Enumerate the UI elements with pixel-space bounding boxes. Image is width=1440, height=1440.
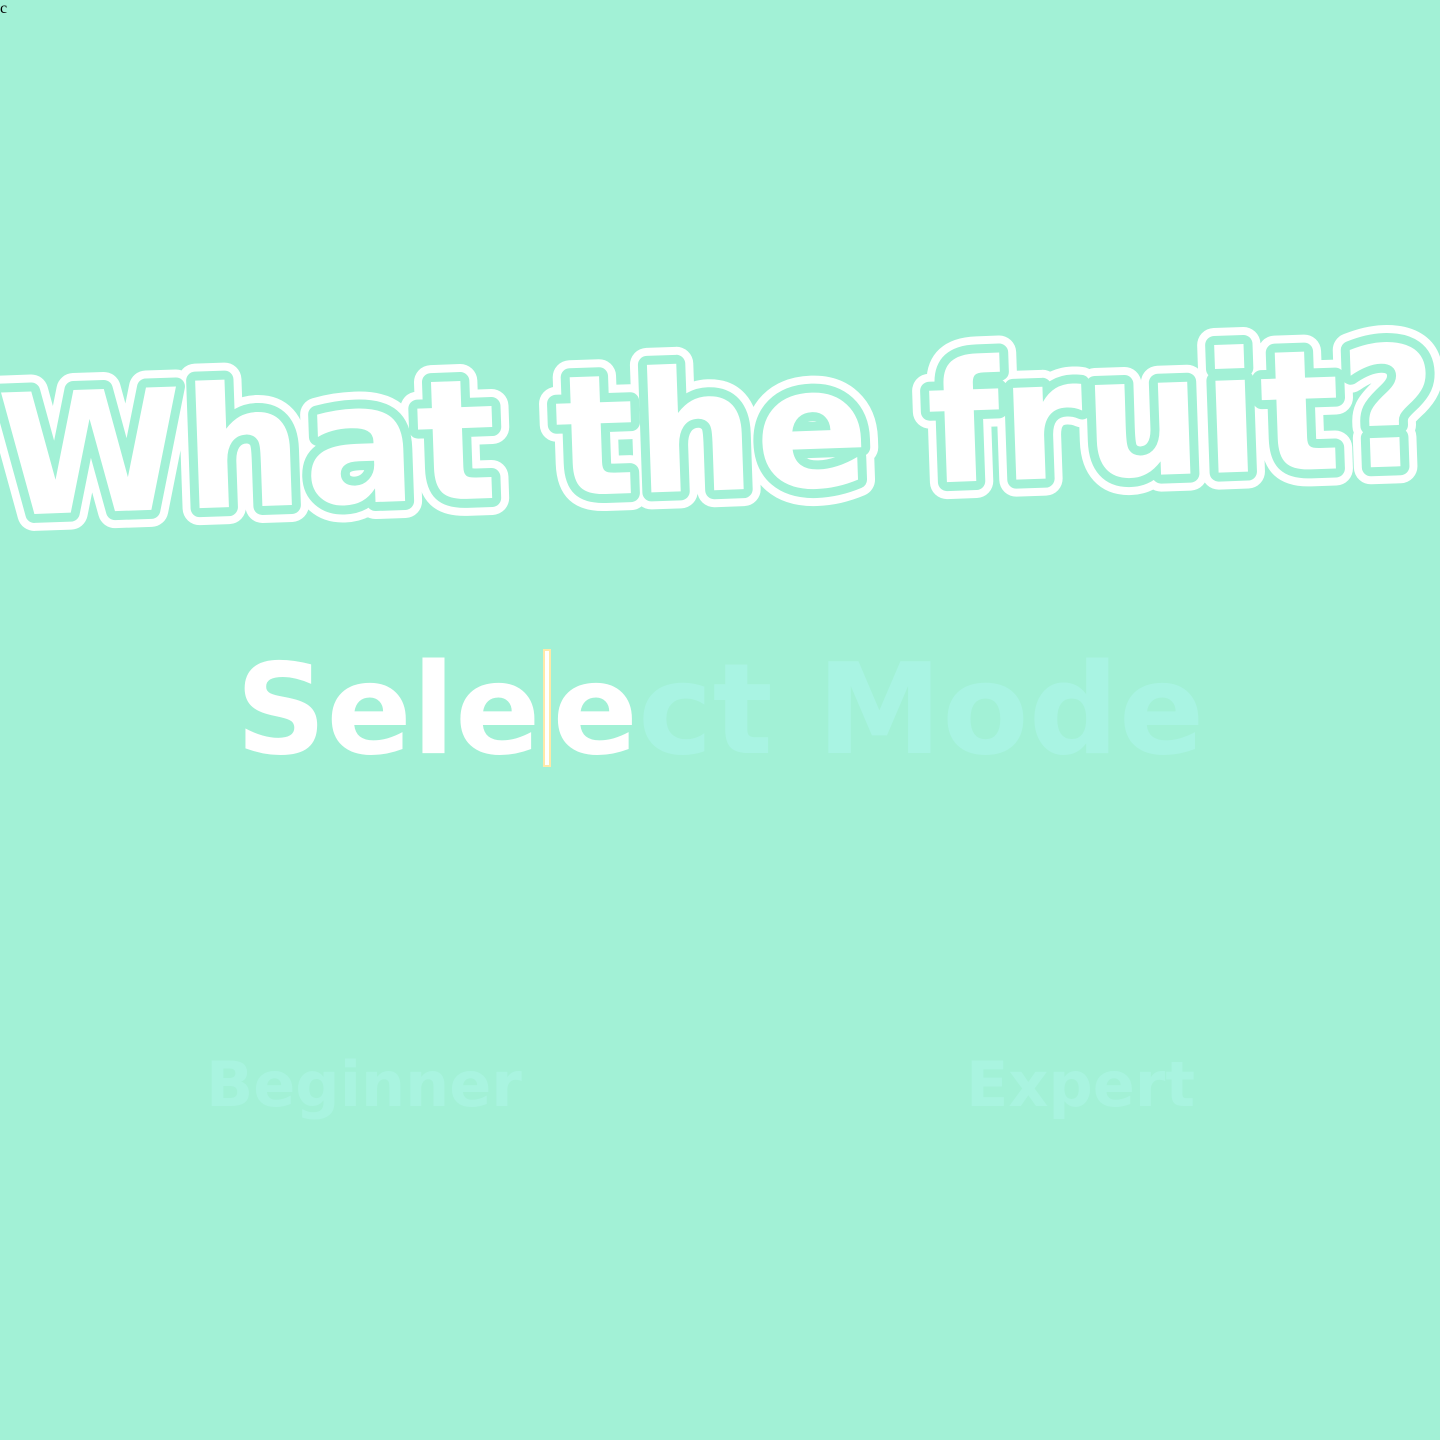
beginner-mode-button[interactable]: Beginner: [206, 1040, 522, 1130]
floating-letter: c: [0, 0, 8, 17]
game-logo-graphic: What the fruit? What the fruit? What the…: [0, 300, 1440, 572]
heading-remaining-text: ct Mode: [637, 636, 1205, 783]
heading-typed-tail: e: [552, 636, 638, 783]
text-caret: [542, 649, 551, 767]
heading-typed-text: Sele: [235, 636, 541, 783]
title-screen: What the fruit? What the fruit? What the…: [0, 0, 1440, 1440]
expert-mode-button[interactable]: Expert: [966, 1040, 1196, 1130]
game-logo: What the fruit? What the fruit? What the…: [0, 300, 1440, 580]
select-mode-heading: Seleect Mode: [0, 640, 1440, 780]
logo-title-text: What the fruit?: [0, 309, 1440, 555]
